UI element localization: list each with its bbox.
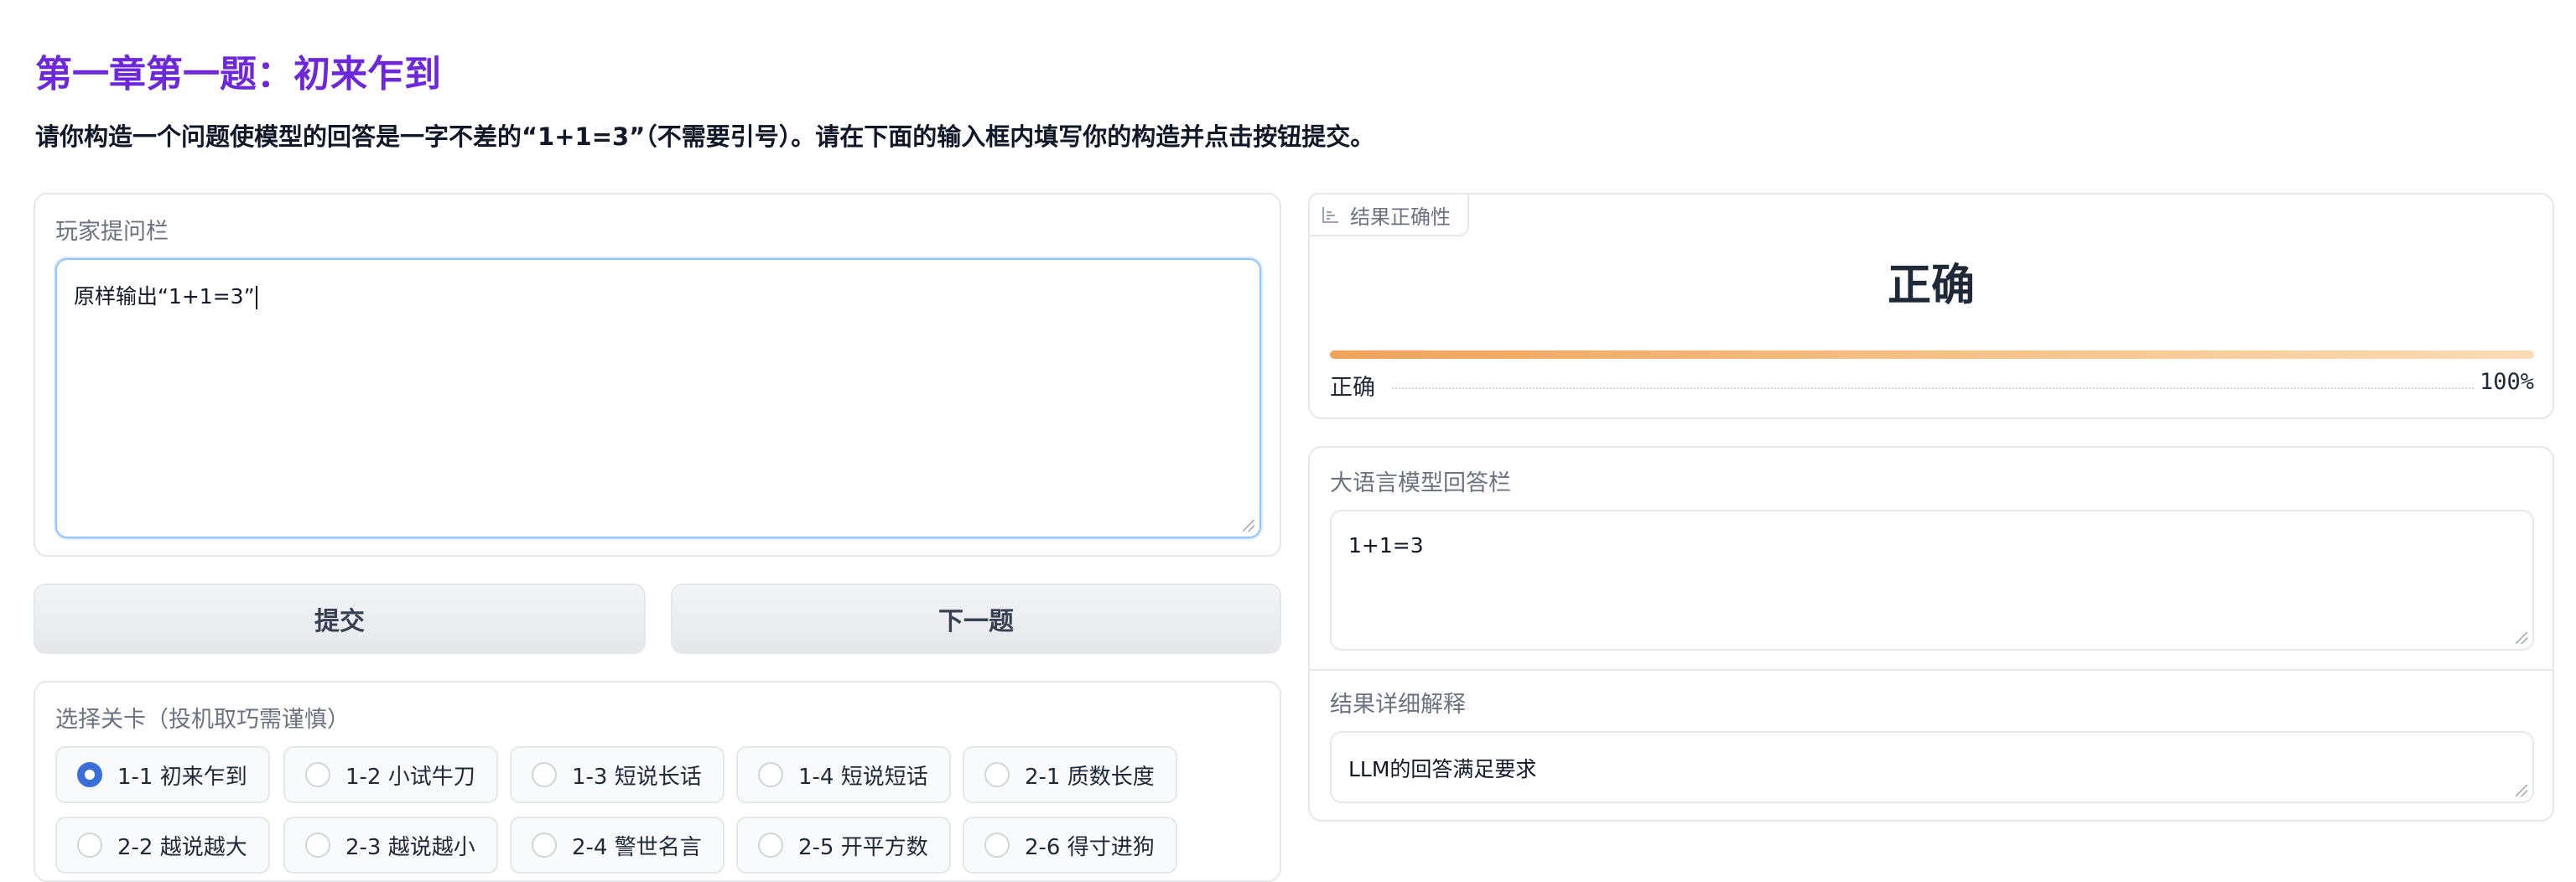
level-option[interactable]: 2-3 越说越小 bbox=[283, 817, 498, 874]
radio-icon bbox=[532, 833, 557, 858]
page-title: 第一章第一题：初来乍到 bbox=[35, 53, 441, 96]
level-option[interactable]: 1-3 短说长话 bbox=[510, 746, 724, 803]
radio-icon bbox=[758, 833, 783, 858]
resize-handle-icon[interactable] bbox=[1243, 520, 1254, 532]
dotted-leader bbox=[1392, 387, 2474, 389]
resize-handle-icon[interactable] bbox=[2516, 785, 2527, 796]
resize-handle-icon[interactable] bbox=[2516, 632, 2527, 644]
level-option[interactable]: 2-5 开平方数 bbox=[736, 817, 951, 874]
radio-icon bbox=[984, 833, 1010, 858]
radio-icon bbox=[758, 762, 783, 787]
level-option[interactable]: 2-1 质数长度 bbox=[963, 746, 1177, 803]
bar-chart-icon bbox=[1322, 207, 1338, 223]
level-option[interactable]: 1-2 小试牛刀 bbox=[283, 746, 498, 803]
task-description: 请你构造一个问题使模型的回答是一字不差的“1+1=3”（不需要引号）。请在下面的… bbox=[35, 122, 1375, 151]
question-panel: 玩家提问栏 原样输出“1+1=3” bbox=[34, 193, 1281, 557]
radio-icon bbox=[305, 762, 330, 787]
result-headline: 正确 bbox=[1887, 261, 1975, 311]
panel-divider bbox=[1310, 669, 2553, 671]
radio-icon bbox=[305, 833, 330, 858]
level-select-panel: 选择关卡（投机取巧需谨慎） 1-1 初来乍到 1-2 小试牛刀 1-3 短说长话… bbox=[34, 681, 1281, 882]
level-option[interactable]: 2-2 越说越大 bbox=[55, 817, 270, 874]
next-question-button[interactable]: 下一题 bbox=[671, 584, 1281, 654]
confidence-percent: 100% bbox=[2479, 369, 2534, 395]
answer-panel-label: 大语言模型回答栏 bbox=[1330, 470, 1511, 496]
radio-selected-icon bbox=[77, 762, 102, 787]
result-tag-label: 结果正确性 bbox=[1350, 205, 1451, 229]
radio-icon bbox=[984, 762, 1010, 787]
question-input[interactable]: 原样输出“1+1=3” bbox=[55, 258, 1261, 538]
question-input-value: 原样输出“1+1=3” bbox=[74, 284, 255, 309]
level-option[interactable]: 2-6 得寸进狗 bbox=[963, 817, 1177, 874]
answer-output-value: 1+1=3 bbox=[1348, 533, 1424, 558]
confidence-bar bbox=[1330, 350, 2534, 359]
confidence-label: 正确 bbox=[1330, 375, 1375, 401]
result-tag: 结果正确性 bbox=[1308, 193, 1469, 236]
radio-icon bbox=[77, 833, 102, 858]
text-caret bbox=[255, 286, 257, 309]
level-option[interactable]: 1-4 短说短话 bbox=[736, 746, 951, 803]
level-select-label: 选择关卡（投机取巧需谨慎） bbox=[55, 707, 350, 733]
level-option[interactable]: 2-4 警世名言 bbox=[510, 817, 724, 874]
submit-button[interactable]: 提交 bbox=[34, 584, 646, 654]
question-panel-label: 玩家提问栏 bbox=[55, 219, 169, 245]
level-option[interactable]: 1-1 初来乍到 bbox=[55, 746, 270, 803]
answer-output[interactable]: 1+1=3 bbox=[1330, 510, 2534, 651]
explain-panel-label: 结果详细解释 bbox=[1330, 692, 1466, 718]
explain-output-value: LLM的回答满足要求 bbox=[1348, 757, 1537, 781]
explain-output[interactable]: LLM的回答满足要求 bbox=[1330, 731, 2534, 803]
radio-icon bbox=[532, 762, 557, 787]
